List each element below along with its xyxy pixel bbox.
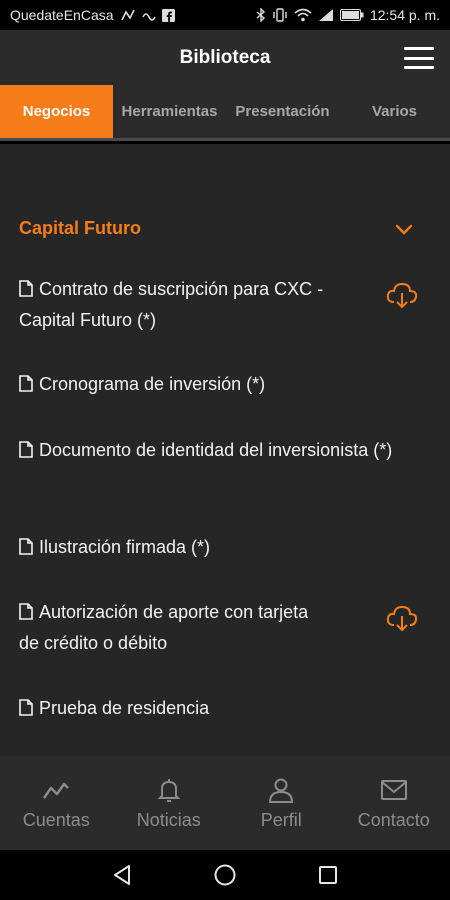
document-title: Prueba de residencia <box>39 698 210 718</box>
nav-perfil[interactable]: Perfil <box>225 756 338 850</box>
nav-contacto[interactable]: Contacto <box>338 756 450 850</box>
nav-label: Cuentas <box>22 809 90 830</box>
bell-icon <box>157 778 181 802</box>
document-icon <box>19 699 33 716</box>
list-item[interactable]: Cronograma de inversión (*) <box>19 369 419 400</box>
hamburger-menu-icon <box>404 47 434 50</box>
chart-icon <box>43 782 70 799</box>
list-item[interactable]: Ilustración firmada (*) <box>19 532 419 563</box>
facebook-icon <box>161 8 175 22</box>
nav-label: Noticias <box>136 809 201 830</box>
status-bar: QuedateEnCasa 12:54 p. m. <box>0 0 450 30</box>
document-icon <box>19 375 33 392</box>
document-title: Ilustración firmada (*) <box>39 537 211 557</box>
app-header: Biblioteca <box>0 30 450 85</box>
document-icon <box>19 441 33 458</box>
document-title: Contrato de suscripción para CXC - Capit… <box>19 279 324 330</box>
page-title: Biblioteca <box>179 46 271 68</box>
wifi-icon <box>294 8 312 22</box>
document-title: Autorización de aporte con tarjeta de cr… <box>19 602 309 653</box>
document-title: Documento de identidad del inversionista… <box>39 440 393 460</box>
cell-signal-icon <box>318 8 334 22</box>
mail-icon <box>380 779 407 800</box>
clock-label: 12:54 p. m. <box>369 7 440 23</box>
back-button[interactable] <box>109 862 135 888</box>
list-item[interactable]: Prueba de residencia <box>19 693 419 724</box>
nav-label: Contacto <box>357 809 430 830</box>
tab-bar: Negocios Herramientas Presentación Vario… <box>0 85 450 141</box>
document-title: Cronograma de inversión (*) <box>39 374 266 394</box>
tab-varios[interactable]: Varios <box>339 85 450 138</box>
recents-button[interactable] <box>315 862 341 888</box>
battery-icon <box>339 9 364 21</box>
bluetooth-icon <box>256 8 266 22</box>
carrier-label: QuedateEnCasa <box>10 7 114 23</box>
list-item[interactable]: Contrato de suscripción para CXC - Capit… <box>19 274 419 336</box>
cloud-download-icon[interactable] <box>385 605 419 633</box>
vibrate-icon <box>272 8 288 22</box>
document-icon <box>19 538 33 555</box>
cloud-download-icon[interactable] <box>385 282 419 310</box>
person-icon <box>269 778 294 803</box>
nav-noticias[interactable]: Noticias <box>113 756 226 850</box>
document-icon <box>19 603 33 620</box>
document-icon <box>19 280 33 297</box>
list-item[interactable]: Documento de identidad del inversionista… <box>19 435 419 466</box>
home-circle-icon <box>214 864 236 886</box>
section-title: Capital Futuro <box>19 218 141 238</box>
home-button[interactable] <box>212 862 238 888</box>
list-item[interactable]: Autorización de aporte con tarjeta de cr… <box>19 597 419 659</box>
nav-cuentas[interactable]: Cuentas <box>0 756 113 850</box>
notification-icon <box>120 8 136 22</box>
hamburger-menu-button[interactable] <box>404 47 434 69</box>
back-triangle-icon <box>113 865 130 885</box>
system-nav-bar <box>0 850 450 900</box>
chevron-down-icon[interactable] <box>394 219 414 239</box>
section-header[interactable]: Capital Futuro <box>19 218 414 239</box>
tab-presentacion[interactable]: Presentación <box>226 85 339 138</box>
nav-label: Perfil <box>260 809 302 830</box>
tab-negocios[interactable]: Negocios <box>0 85 113 138</box>
signal-wave-icon <box>141 9 156 21</box>
recents-square-icon <box>319 866 338 884</box>
document-list: Capital Futuro Contrato de suscripción p… <box>0 144 450 756</box>
bottom-nav: Cuentas Noticias Perfil Contacto <box>0 756 450 850</box>
tab-herramientas[interactable]: Herramientas <box>113 85 226 138</box>
